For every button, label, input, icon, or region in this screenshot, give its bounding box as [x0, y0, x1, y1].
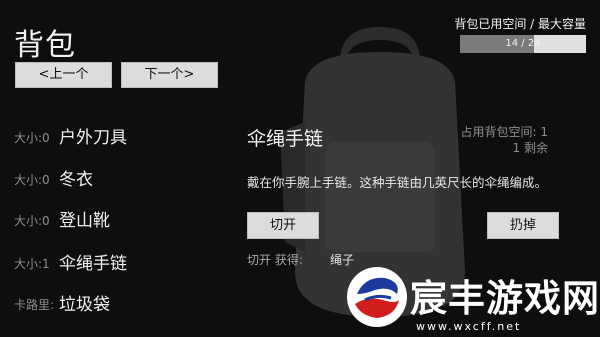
item-size: 大小:1 [14, 257, 50, 271]
item-name: 户外刀具 [59, 128, 127, 148]
item-name: 冬衣 [59, 170, 93, 190]
item-size: 大小:0 [14, 214, 50, 228]
drop-button[interactable]: 扔掉 [487, 212, 559, 239]
capacity-text: 14 / 24 [505, 38, 541, 49]
watermark-url: www.wxcff.net [416, 320, 522, 333]
item-size: 大小:0 [14, 131, 50, 145]
item-name: 伞绳手链 [59, 254, 127, 274]
watermark-text: 宸丰游戏网 [410, 277, 600, 320]
page-title: 背包 [14, 28, 76, 63]
cut-yield-label: 切开 获得: [247, 253, 303, 267]
item-name: 垃圾袋 [59, 295, 110, 315]
item-description: 戴在你手腕上手链。这种手链由几英尺长的伞绳编成。 [247, 175, 548, 190]
item-name: 登山靴 [59, 211, 110, 231]
capacity-bar: 14 / 24 [460, 35, 586, 53]
cut-button[interactable]: 切开 [247, 212, 319, 239]
item-size: 大小:0 [14, 173, 50, 187]
item-detail-title: 伞绳手链 [247, 128, 324, 150]
item-space-info: 占用背包空间: 1 1 剩余 [461, 124, 549, 156]
previous-button[interactable]: <上一个 [15, 62, 112, 88]
watermark-logo-icon [347, 267, 407, 327]
next-button[interactable]: 下一个> [121, 62, 218, 88]
item-space-remaining: 1 剩余 [512, 141, 548, 155]
item-size: 卡路里: [14, 298, 55, 312]
item-space-used: 占用背包空间: 1 [460, 125, 549, 139]
capacity-label: 背包已用空间 / 最大容量 [454, 17, 586, 31]
